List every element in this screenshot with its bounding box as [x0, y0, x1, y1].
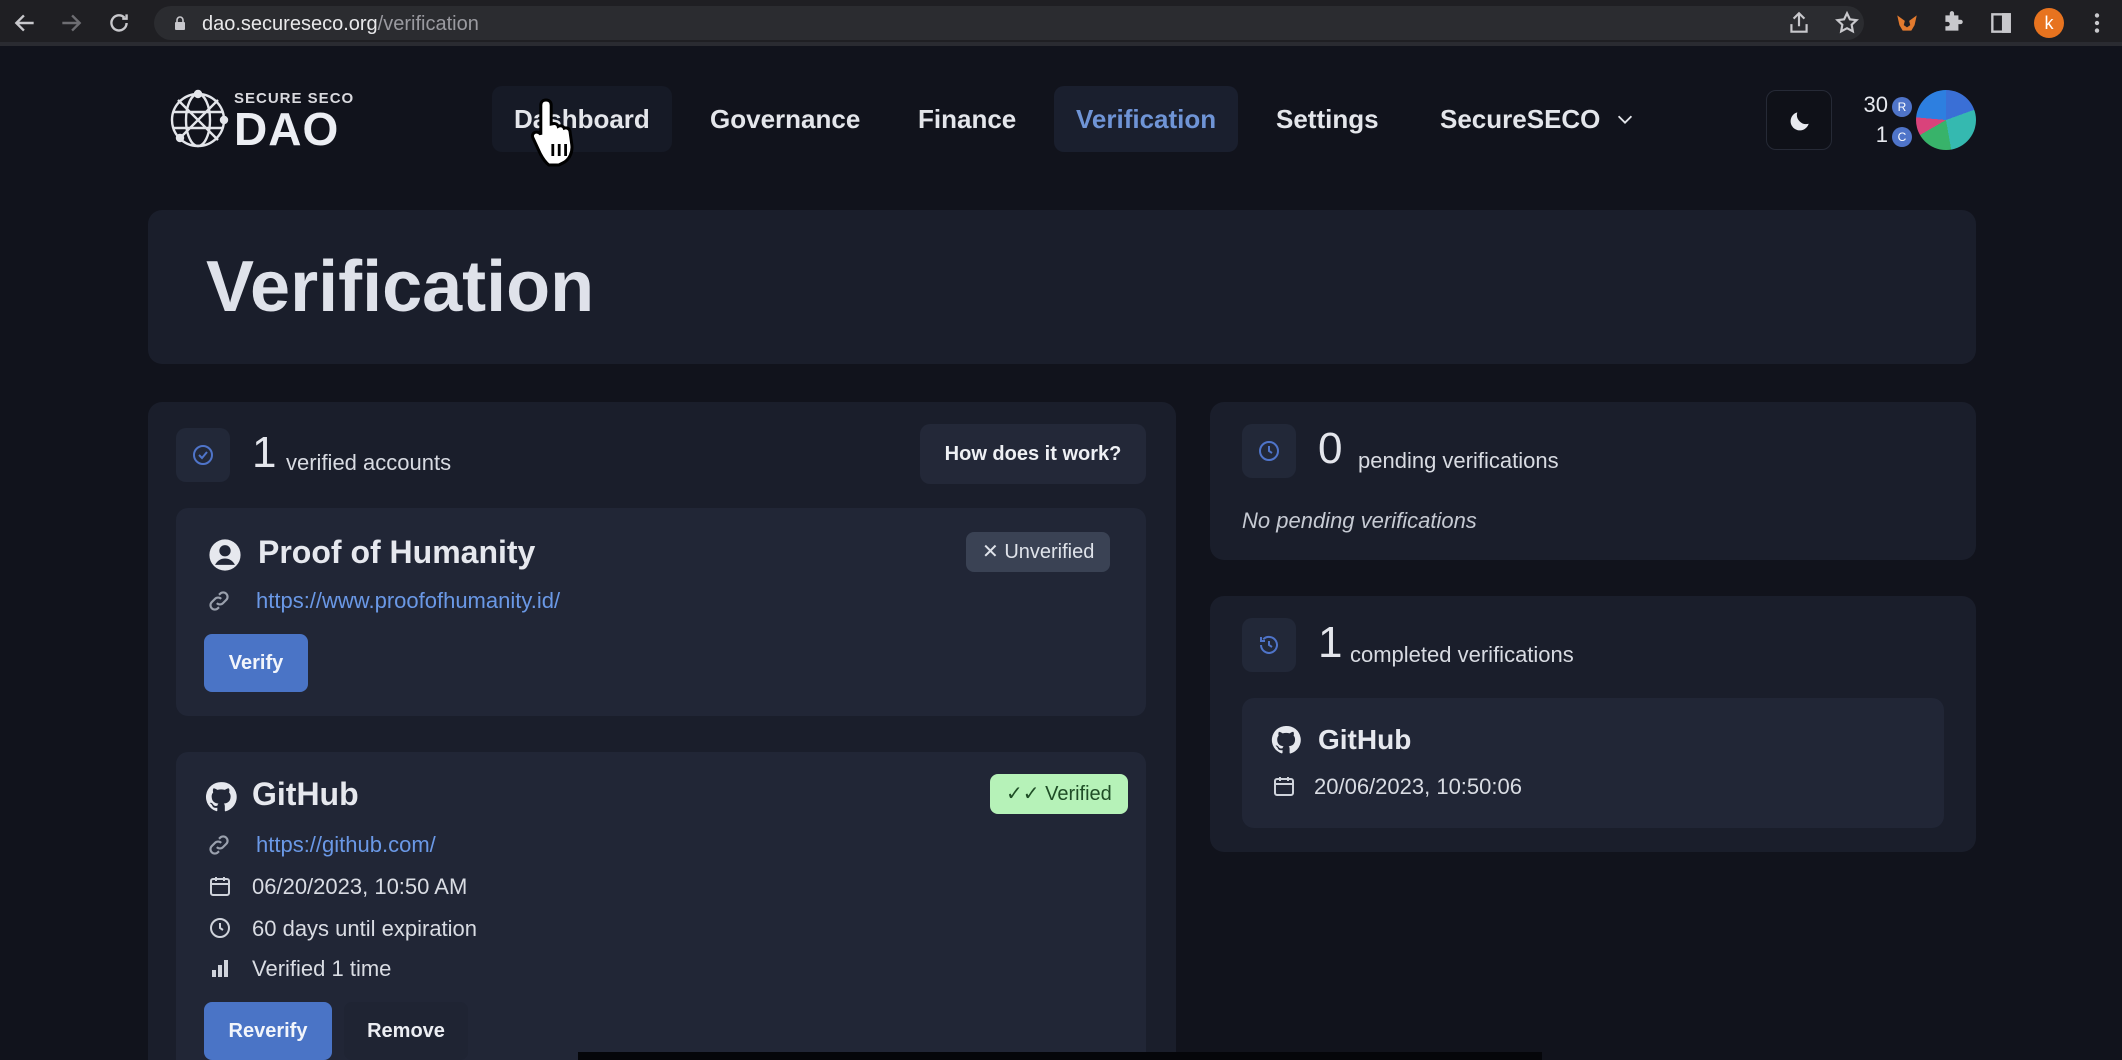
- nav-secureseco-dropdown[interactable]: SecureSECO: [1418, 86, 1658, 152]
- browser-profile-avatar[interactable]: k: [2034, 8, 2064, 38]
- share-icon[interactable]: [1786, 10, 1812, 36]
- clock-icon: [1259, 441, 1279, 461]
- verification-date: 06/20/2023, 10:50 AM: [252, 874, 468, 899]
- coin-token-icon: C: [1892, 127, 1912, 147]
- verified-times-text: Verified 1 time: [252, 956, 392, 981]
- address-bar[interactable]: dao.secureseco.org/verification: [154, 6, 1864, 40]
- no-pending-text: No pending verifications: [1242, 508, 1477, 533]
- completed-label: completed verifications: [1350, 642, 1574, 667]
- history-icon: [1260, 635, 1278, 654]
- page-title-card: Verification: [148, 210, 1976, 364]
- github-icon: [1271, 725, 1301, 754]
- reverify-button[interactable]: Reverify: [204, 1002, 332, 1060]
- user-circle-icon: [209, 539, 241, 571]
- rep-balance: 30 R: [1864, 92, 1912, 118]
- nav-secureseco-label: SecureSECO: [1440, 104, 1601, 134]
- completed-count: 1: [1318, 618, 1343, 667]
- logo-big-text: DAO: [234, 103, 340, 155]
- pending-icon-box: [1242, 424, 1296, 478]
- browser-menu-icon[interactable]: [2084, 10, 2110, 36]
- calendar-icon: [1274, 777, 1294, 796]
- check-circle-icon: [193, 445, 213, 465]
- x-icon: ✕: [982, 541, 999, 563]
- page-title: Verification: [206, 247, 595, 327]
- side-panel-icon[interactable]: [1988, 10, 2014, 36]
- double-check-icon: ✓✓: [1006, 783, 1040, 805]
- browser-toolbar: dao.secureseco.org/verification k: [0, 0, 2122, 46]
- coin-balance: 1C: [1876, 122, 1912, 148]
- account-link[interactable]: https://github.com/: [256, 832, 436, 858]
- verified-accounts-panel: 1 verified accounts How does it work? Pr…: [148, 402, 1176, 1060]
- metamask-extension-icon[interactable]: [1894, 10, 1920, 36]
- completed-item-date: 20/06/2023, 10:50:06: [1314, 774, 1522, 799]
- secureseco-dao-logo[interactable]: SECURE SECO DAO: [166, 86, 366, 156]
- github-card: GitHub ✓✓ Verified https://github.com/ 0…: [176, 752, 1146, 1060]
- calendar-icon: [210, 877, 230, 896]
- moon-icon: [1790, 112, 1809, 131]
- link-icon: [209, 591, 229, 611]
- status-badge-verified: ✓✓ Verified: [990, 774, 1128, 814]
- nav-finance[interactable]: Finance: [896, 86, 1038, 152]
- status-badge-label: Verified: [1045, 783, 1112, 805]
- completed-verifications-panel: 1 completed verifications GitHub 20/06/2…: [1210, 596, 1976, 852]
- url-text: dao.secureseco.org/verification: [202, 13, 479, 35]
- nav-governance[interactable]: Governance: [688, 86, 882, 152]
- back-arrow-icon[interactable]: [12, 10, 38, 36]
- bar-chart-icon: [212, 960, 228, 977]
- how-does-it-work-button[interactable]: How does it work?: [920, 424, 1146, 484]
- expiration-text: 60 days until expiration: [252, 916, 478, 941]
- forward-arrow-icon[interactable]: [58, 10, 84, 36]
- link-icon: [209, 835, 229, 855]
- lock-icon: [172, 15, 188, 31]
- completed-item-name: GitHub: [1318, 724, 1412, 755]
- app-header: SECURE SECO DAO Dashboard Governance Fin…: [0, 50, 2122, 190]
- verify-button[interactable]: Verify: [204, 634, 308, 692]
- token-balances[interactable]: 30 R 1C: [1842, 90, 1912, 150]
- proof-of-humanity-card: Proof of Humanity ✕ Unverified https://w…: [176, 508, 1146, 716]
- account-link[interactable]: https://www.proofofhumanity.id/: [256, 588, 560, 614]
- chevron-down-icon: [1617, 115, 1632, 124]
- account-name: Proof of Humanity: [258, 534, 536, 570]
- remove-button[interactable]: Remove: [344, 1002, 468, 1060]
- status-badge-unverified: ✕ Unverified: [966, 532, 1111, 572]
- verified-label: verified accounts: [286, 450, 452, 475]
- globe-logo-icon: [170, 89, 229, 148]
- nav-verification[interactable]: Verification: [1054, 86, 1239, 152]
- reload-icon[interactable]: [106, 10, 132, 36]
- bookmark-star-icon[interactable]: [1834, 10, 1860, 36]
- pending-verifications-panel: 0 pending verifications No pending verif…: [1210, 402, 1976, 560]
- nav-settings[interactable]: Settings: [1254, 86, 1401, 152]
- rep-token-icon: R: [1892, 97, 1912, 117]
- clock-icon: [210, 918, 230, 938]
- hand-pointer-cursor-icon: [530, 98, 574, 167]
- account-name: GitHub: [252, 776, 359, 812]
- completed-icon-box: [1242, 618, 1296, 672]
- extensions-puzzle-icon[interactable]: [1940, 10, 1966, 36]
- pending-label: pending verifications: [1358, 448, 1559, 473]
- video-progress-bar: [578, 1052, 1542, 1060]
- github-icon: [205, 782, 237, 812]
- pending-count: 0: [1318, 424, 1343, 473]
- status-badge-label: Unverified: [1004, 541, 1095, 563]
- dark-mode-toggle[interactable]: [1766, 90, 1832, 150]
- verified-icon-box: [176, 428, 230, 482]
- verified-count: 1: [252, 428, 277, 477]
- completed-item: GitHub 20/06/2023, 10:50:06: [1242, 698, 1944, 828]
- wallet-avatar[interactable]: [1916, 90, 1976, 150]
